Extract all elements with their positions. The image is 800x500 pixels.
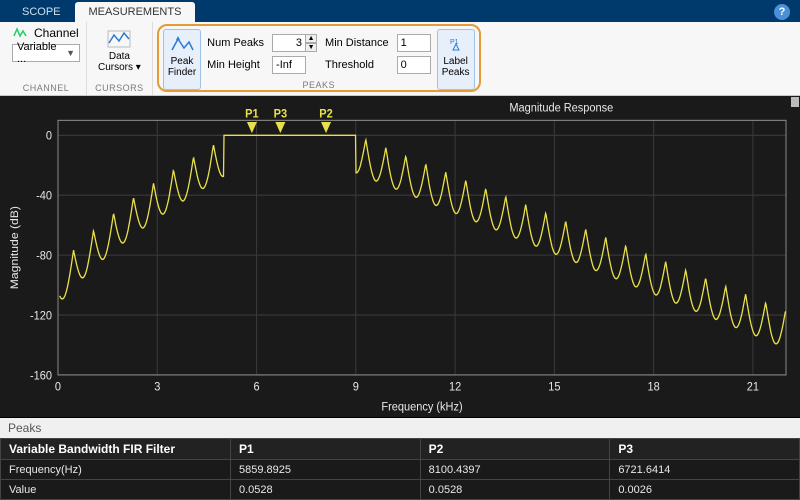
group-caption-cursors: CURSORS: [95, 83, 144, 95]
svg-text:Frequency (kHz): Frequency (kHz): [381, 400, 462, 414]
svg-text:0: 0: [55, 380, 61, 394]
table-row: Value0.05280.05280.0026: [1, 480, 800, 500]
svg-text:6: 6: [253, 380, 259, 394]
channel-icon: [12, 24, 30, 42]
chevron-up-icon[interactable]: ▲: [305, 34, 317, 43]
cursors-icon: [105, 27, 133, 51]
svg-text:3: 3: [154, 380, 160, 394]
num-peaks-label: Num Peaks: [207, 37, 264, 49]
svg-text:Magnitude (dB): Magnitude (dB): [9, 206, 21, 289]
magnitude-plot[interactable]: 0 3 6 9 12 15 18 21 -160 -120 -80 -40 0 Frequency (kH…: [0, 96, 800, 417]
cell: 6721.6414: [610, 460, 800, 480]
svg-text:-80: -80: [36, 249, 52, 263]
channel-label: Channel: [34, 26, 79, 40]
svg-text:P2: P2: [319, 107, 332, 121]
cell: 5859.8925: [231, 460, 421, 480]
tab-measurements[interactable]: MEASUREMENTS: [75, 2, 196, 22]
channel-select[interactable]: Variable ... ▼: [12, 44, 80, 62]
cell: 0.0528: [420, 480, 610, 500]
min-distance-input[interactable]: [397, 34, 431, 52]
cell: 8100.4397: [420, 460, 610, 480]
table-header: P2: [420, 439, 610, 460]
peak-finder-label: PeakFinder: [168, 56, 196, 78]
svg-text:0: 0: [46, 129, 52, 143]
svg-text:Magnitude Response: Magnitude Response: [509, 101, 613, 115]
label-peaks-icon: P1: [442, 32, 470, 56]
row-label: Value: [1, 480, 231, 500]
row-label: Frequency(Hz): [1, 460, 231, 480]
svg-text:18: 18: [648, 380, 660, 394]
min-height-input[interactable]: [272, 56, 306, 74]
cell: 0.0528: [231, 480, 421, 500]
svg-text:15: 15: [548, 380, 560, 394]
threshold-input[interactable]: [397, 56, 431, 74]
table-row: Frequency(Hz)5859.89258100.43976721.6414: [1, 460, 800, 480]
toolstrip-group-peaks: PeakFinder Num Peaks ▲▼ Min Distance Min…: [153, 22, 481, 95]
plot-scroll-handle[interactable]: [791, 97, 799, 107]
num-peaks-stepper[interactable]: ▲▼: [272, 34, 317, 52]
tab-scope[interactable]: SCOPE: [8, 2, 75, 22]
peaks-section: Peaks Variable Bandwidth FIR FilterP1P2P…: [0, 417, 800, 500]
group-caption-peaks: PEAKS: [159, 80, 479, 90]
svg-text:P3: P3: [274, 107, 288, 121]
toolstrip: Channel Variable ... ▼ CHANNEL DataCurso…: [0, 22, 800, 96]
tab-bar: SCOPE MEASUREMENTS ?: [0, 0, 800, 22]
peak-finder-icon: [168, 32, 196, 56]
data-cursors-label: DataCursors ▾: [98, 51, 141, 73]
chevron-down-icon[interactable]: ▼: [305, 43, 317, 52]
toolstrip-group-channel: Channel Variable ... ▼ CHANNEL: [6, 22, 87, 95]
svg-text:21: 21: [747, 380, 759, 394]
svg-text:9: 9: [353, 380, 359, 394]
channel-select-value: Variable ...: [17, 41, 66, 65]
group-caption-channel: CHANNEL: [23, 83, 70, 95]
table-header: Variable Bandwidth FIR Filter: [1, 439, 231, 460]
svg-text:P1: P1: [450, 39, 459, 46]
help-button[interactable]: ?: [774, 4, 790, 20]
table-header: P3: [610, 439, 800, 460]
label-peaks-label: LabelPeaks: [442, 56, 470, 78]
table-header: P1: [231, 439, 421, 460]
chevron-down-icon: ▼: [66, 48, 75, 58]
plot-svg: 0 3 6 9 12 15 18 21 -160 -120 -80 -40 0 Frequency (kH…: [0, 96, 800, 417]
svg-text:P1: P1: [245, 107, 259, 121]
threshold-label: Threshold: [325, 59, 389, 71]
peaks-section-title: Peaks: [0, 418, 800, 438]
svg-text:-160: -160: [30, 369, 52, 383]
peaks-table: Variable Bandwidth FIR FilterP1P2P3 Freq…: [0, 438, 800, 500]
svg-text:-120: -120: [30, 309, 52, 323]
min-distance-label: Min Distance: [325, 37, 389, 49]
min-height-label: Min Height: [207, 59, 264, 71]
cell: 0.0026: [610, 480, 800, 500]
data-cursors-button[interactable]: DataCursors ▾: [93, 24, 146, 76]
num-peaks-input[interactable]: [272, 34, 306, 52]
toolstrip-group-cursors: DataCursors ▾ CURSORS: [87, 22, 153, 95]
svg-text:12: 12: [449, 380, 461, 394]
svg-text:-40: -40: [36, 189, 52, 203]
